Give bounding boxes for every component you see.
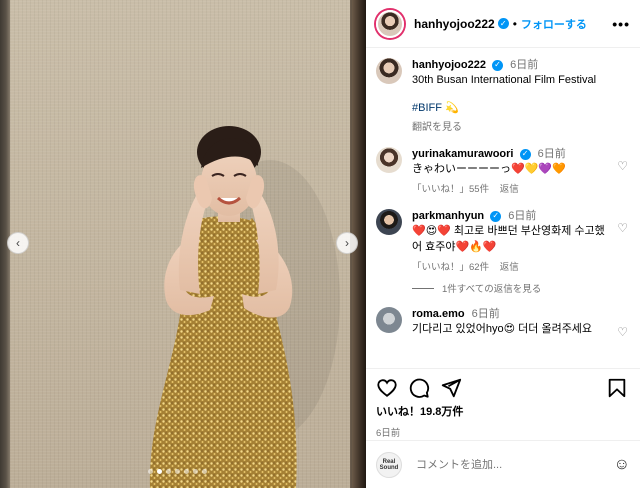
carousel-next-button[interactable]: › bbox=[336, 232, 358, 254]
post-header: hanhyojoo222 ✓ • フォローする ••• bbox=[366, 0, 640, 48]
comment-composer: Real Sound ☺ bbox=[366, 440, 640, 488]
carousel-dot bbox=[157, 469, 162, 474]
author-username[interactable]: hanhyojoo222 bbox=[414, 17, 495, 31]
avatar-text-line-2: Sound bbox=[379, 464, 399, 471]
photo-subject bbox=[149, 126, 340, 488]
like-heart-icon[interactable] bbox=[376, 377, 398, 399]
comment-input[interactable] bbox=[416, 458, 614, 471]
post-actions: いいね！19.8万件 6日前 bbox=[366, 368, 640, 439]
post-photo[interactable]: ‹ › bbox=[0, 0, 366, 488]
carousel-dot bbox=[166, 469, 171, 474]
verified-badge-icon: ✓ bbox=[490, 210, 502, 222]
comment-avatar[interactable] bbox=[376, 147, 402, 173]
comment-text: ❤️😍❤️ 최고로 바쁘던 부산영화제 수고했어 효주야❤️🔥❤️ bbox=[412, 225, 605, 253]
comment-username[interactable]: parkmanhyun bbox=[412, 210, 484, 222]
comment-like-heart-icon[interactable]: ♡ bbox=[617, 325, 628, 339]
post-date[interactable]: 6日前 bbox=[376, 425, 630, 439]
caption: hanhyojoo222 ✓ 6日前 30th Busan Internatio… bbox=[376, 58, 630, 133]
view-replies-label: 1件すべての返信を見る bbox=[442, 284, 542, 295]
caption-username[interactable]: hanhyojoo222 bbox=[412, 59, 486, 71]
comment-time: 6日前 bbox=[508, 210, 537, 222]
carousel-prev-button[interactable]: ‹ bbox=[7, 232, 29, 254]
carousel-dot bbox=[175, 469, 180, 474]
translate-link[interactable]: 翻訳を見る bbox=[412, 118, 612, 133]
replies-divider bbox=[412, 287, 434, 289]
caption-hashtag[interactable]: #BIFF bbox=[412, 102, 442, 114]
comment-item: yurinakamurawoori ✓ 6日前 きゃわいーーーーっ❤️💛💜🧡 「… bbox=[376, 147, 630, 195]
caption-hashtag-emoji: 💫 bbox=[445, 102, 459, 114]
verified-badge-icon: ✓ bbox=[492, 59, 504, 71]
caption-avatar[interactable] bbox=[376, 58, 402, 84]
more-options-icon[interactable]: ••• bbox=[612, 16, 630, 32]
view-replies-button[interactable]: 1件すべての返信を見る bbox=[412, 281, 630, 295]
verified-badge-icon: ✓ bbox=[519, 148, 531, 160]
carousel-dot bbox=[148, 469, 153, 474]
bookmark-icon[interactable] bbox=[606, 377, 628, 399]
carousel-dot bbox=[193, 469, 198, 474]
current-user-avatar[interactable]: Real Sound bbox=[376, 451, 402, 478]
author-avatar[interactable] bbox=[376, 9, 404, 38]
carousel-dots bbox=[148, 469, 207, 474]
comment-username[interactable]: yurinakamurawoori bbox=[412, 148, 513, 160]
comment-username[interactable]: roma.emo bbox=[412, 308, 465, 320]
comment-likes[interactable]: 「いいね！」55件 bbox=[412, 184, 489, 195]
chevron-left-icon: ‹ bbox=[16, 236, 20, 250]
caption-text: 30th Busan International Film Festival bbox=[412, 74, 597, 86]
likes-count[interactable]: いいね！19.8万件 bbox=[376, 403, 630, 419]
comment-avatar[interactable] bbox=[376, 209, 402, 235]
comment-time: 6日前 bbox=[471, 308, 500, 320]
comment-text: きゃわいーーーーっ❤️💛💜🧡 bbox=[412, 163, 566, 175]
comment-reply-button[interactable]: 返信 bbox=[500, 184, 519, 195]
comment-likes[interactable]: 「いいね！」62件 bbox=[412, 262, 489, 273]
comment-like-heart-icon[interactable]: ♡ bbox=[617, 159, 628, 173]
carousel-dot bbox=[202, 469, 207, 474]
header-separator: • bbox=[512, 16, 517, 31]
caption-time: 6日前 bbox=[510, 59, 539, 71]
comments-list[interactable]: hanhyojoo222 ✓ 6日前 30th Busan Internatio… bbox=[366, 48, 640, 368]
comment-item: parkmanhyun ✓ 6日前 ❤️😍❤️ 최고로 바쁘던 부산영화제 수고… bbox=[376, 209, 630, 273]
emoji-picker-icon[interactable]: ☺ bbox=[614, 456, 630, 474]
comment-item: roma.emo 6日前 기다리고 있었어hyo😍 더더 올려주세요 ♡ bbox=[376, 307, 630, 339]
comment-icon[interactable] bbox=[408, 377, 430, 399]
share-send-icon[interactable] bbox=[440, 377, 462, 399]
post-side-panel: hanhyojoo222 ✓ • フォローする ••• hanhyojoo222… bbox=[366, 0, 640, 488]
chevron-right-icon: › bbox=[345, 236, 349, 250]
carousel-dot bbox=[184, 469, 189, 474]
follow-button[interactable]: フォローする bbox=[521, 16, 587, 32]
comment-reply-button[interactable]: 返信 bbox=[500, 262, 519, 273]
comment-like-heart-icon[interactable]: ♡ bbox=[617, 221, 628, 235]
comment-avatar[interactable] bbox=[376, 307, 402, 333]
comment-time: 6日前 bbox=[537, 148, 566, 160]
verified-badge-icon: ✓ bbox=[497, 18, 509, 29]
comment-text: 기다리고 있었어hyo😍 더더 올려주세요 bbox=[412, 323, 593, 335]
